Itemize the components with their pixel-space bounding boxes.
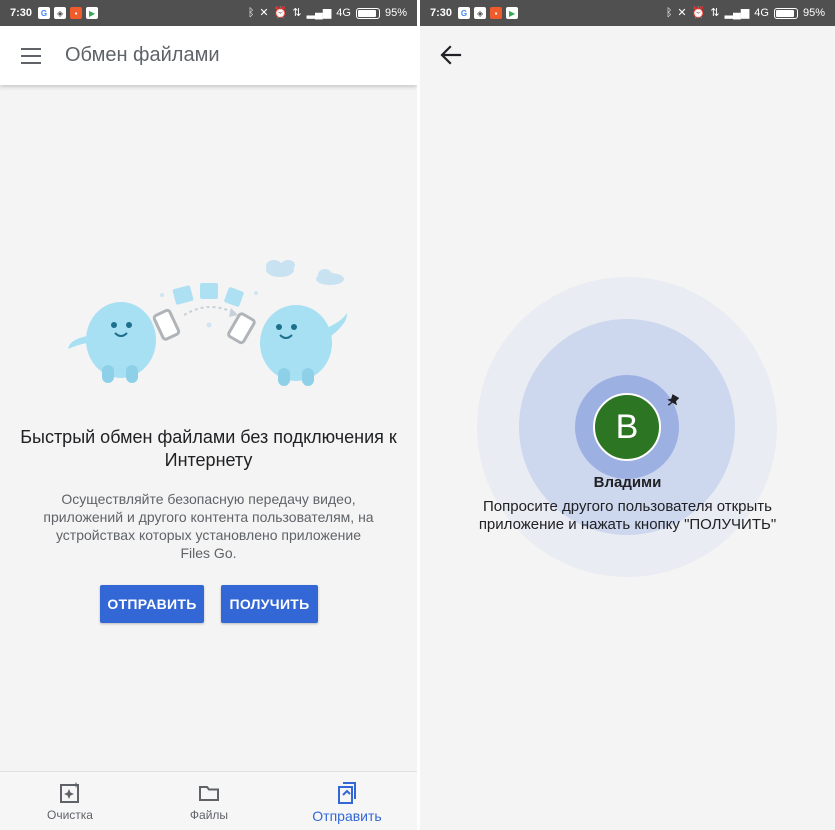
app-icon: ▪	[490, 7, 503, 19]
bluetooth-icon: ᛒ	[665, 6, 673, 19]
pin-icon	[667, 394, 680, 406]
shield-icon: ◈	[54, 7, 67, 19]
instructions-text: Попросите другого пользователя открыть п…	[478, 498, 777, 533]
alarm-icon: ⏰	[273, 6, 288, 19]
left-character-illustration	[68, 302, 181, 383]
discovery-screen: 7:30 G ◈ ▪ ▶ ᛒ ✕ ⏰ ⇅ ▂▄▆ 4G 95% В Владим…	[420, 0, 835, 830]
data-transfer-icon: ⇅	[710, 6, 720, 19]
battery-icon	[773, 7, 798, 19]
nav-item-cleanup[interactable]: Очистка	[10, 772, 130, 830]
status-bar: 7:30 G ◈ ▪ ▶ ᛒ ✕ ⏰ ⇅ ▂▄▆ 4G 95%	[420, 0, 835, 26]
app-bar: Обмен файлами	[0, 26, 417, 85]
app-icon: ▪	[70, 7, 83, 19]
cloud-icon	[266, 260, 344, 285]
battery-icon	[355, 7, 380, 19]
nav-label-cleanup: Очистка	[47, 808, 93, 822]
mute-icon: ✕	[259, 6, 269, 19]
play-store-icon: ▶	[86, 7, 99, 19]
send-button[interactable]: ОТПРАВИТЬ	[100, 585, 204, 623]
network-type: 4G	[754, 7, 769, 19]
share-files-icon	[338, 782, 356, 804]
data-transfer-icon: ⇅	[292, 6, 302, 19]
battery-percent: 95%	[802, 7, 825, 19]
nav-label-send: Отправить	[312, 808, 382, 824]
menu-icon[interactable]	[21, 47, 41, 64]
nav-item-files[interactable]: Файлы	[149, 772, 269, 830]
status-time: 7:30	[430, 7, 453, 19]
battery-percent: 95%	[384, 7, 407, 19]
right-character-illustration	[227, 305, 348, 386]
alarm-icon: ⏰	[691, 6, 706, 19]
status-time: 7:30	[10, 7, 33, 19]
folder-icon	[199, 786, 219, 801]
avatar: В	[593, 393, 661, 461]
description: Осуществляйте безопасную передачу видео,…	[43, 491, 374, 561]
signal-icon: ▂▄▆	[724, 6, 750, 19]
play-store-icon: ▶	[506, 7, 519, 19]
bottom-navigation: Очистка Файлы Отправить	[0, 771, 417, 830]
mute-icon: ✕	[677, 6, 687, 19]
headline: Быстрый обмен файлами без подключения к …	[20, 427, 397, 470]
network-type: 4G	[336, 7, 351, 19]
shield-icon: ◈	[474, 7, 487, 19]
nav-label-files: Файлы	[189, 808, 229, 822]
nav-item-send[interactable]: Отправить	[287, 772, 407, 830]
status-bar: 7:30 G ◈ ▪ ▶ ᛒ ✕ ⏰ ⇅ ▂▄▆ 4G 95%	[0, 0, 417, 26]
file-sharing-illustration	[68, 260, 348, 386]
device-name: Владими	[593, 474, 662, 491]
back-arrow-icon[interactable]	[440, 45, 462, 65]
receive-button[interactable]: ПОЛУЧИТЬ	[221, 585, 318, 623]
signal-icon: ▂▄▆	[306, 6, 332, 19]
bluetooth-icon: ᛒ	[247, 6, 255, 19]
google-icon: G	[38, 7, 51, 19]
files-share-screen: 7:30 G ◈ ▪ ▶ ᛒ ✕ ⏰ ⇅ ▂▄▆ 4G 95% Обмен фа…	[0, 0, 417, 830]
cleanup-icon	[60, 782, 79, 803]
google-icon: G	[458, 7, 471, 19]
app-title: Обмен файлами	[65, 44, 220, 66]
